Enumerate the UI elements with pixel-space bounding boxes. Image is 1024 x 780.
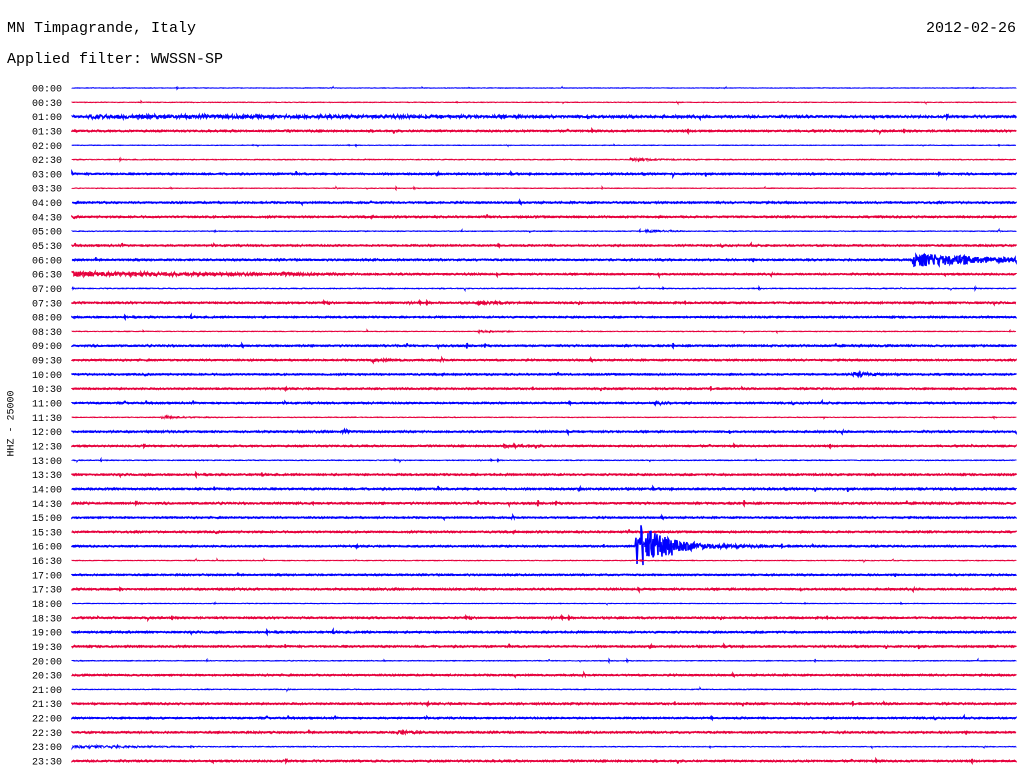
row-time-label: 04:30: [32, 213, 62, 224]
trace-1700: [71, 572, 1017, 578]
trace-2230: [71, 729, 1017, 736]
trace-0930: [71, 355, 1017, 365]
row-time-label: 12:00: [32, 428, 62, 439]
row-time-label: 21:00: [32, 686, 62, 697]
row-time-label: 22:00: [32, 715, 62, 726]
row-time-label: 17:00: [32, 571, 62, 582]
row-time-label: 13:30: [32, 471, 62, 482]
trace-1530: [71, 529, 1017, 535]
trace-2200: [71, 713, 1017, 722]
row-time-label: 20:00: [32, 657, 62, 668]
trace-0200: [71, 143, 1017, 148]
row-time-label: 17:30: [32, 586, 62, 597]
row-time-label: 10:00: [32, 371, 62, 382]
trace-1400: [71, 484, 1017, 493]
trace-1900: [71, 627, 1017, 637]
row-time-label: 15:30: [32, 528, 62, 539]
trace-2100: [71, 685, 1017, 693]
row-time-label: 01:30: [32, 127, 62, 138]
row-time-label: 06:00: [32, 256, 62, 267]
trace-2000: [71, 657, 1017, 665]
trace-0130: [71, 126, 1017, 136]
row-time-label: 23:00: [32, 743, 62, 754]
trace-2030: [71, 670, 1017, 679]
row-time-label: 18:30: [32, 614, 62, 625]
row-time-label: 09:30: [32, 357, 62, 368]
row-time-label: 05:00: [32, 228, 62, 239]
row-time-label: 16:00: [32, 543, 62, 554]
row-time-label: 14:00: [32, 485, 62, 496]
row-time-label: 11:00: [32, 400, 62, 411]
trace-0600: [71, 252, 1017, 268]
row-time-label: 22:30: [32, 729, 62, 740]
row-time-label: 10:30: [32, 385, 62, 396]
row-time-label: 08:30: [32, 328, 62, 339]
row-time-label: 08:00: [32, 314, 62, 325]
row-time-label: 13:00: [32, 457, 62, 468]
row-time-label: 12:30: [32, 442, 62, 453]
row-time-label: 04:00: [32, 199, 62, 210]
trace-0700: [71, 284, 1017, 293]
row-time-label: 06:30: [32, 271, 62, 282]
trace-1800: [72, 601, 1017, 606]
row-time-label: 02:30: [32, 156, 62, 167]
trace-1630: [71, 557, 1017, 564]
row-time-label: 09:00: [32, 342, 62, 353]
trace-1200: [71, 427, 1017, 437]
trace-2330: [71, 756, 1017, 766]
helicorder-plot: 00:00 00:30 01:00 01:30 02:00 02:30 03:00 03:30…: [32, 85, 1017, 769]
row-time-label: 07:00: [32, 285, 62, 296]
trace-0030: [71, 99, 1017, 106]
trace-0730: [71, 298, 1017, 307]
trace-0100: [71, 112, 1017, 122]
trace-1030: [71, 385, 1017, 393]
row-time-label: 05:30: [32, 242, 62, 253]
row-time-label: 11:30: [32, 414, 62, 425]
row-time-label: 15:00: [32, 514, 62, 525]
trace-1430: [71, 500, 1017, 508]
trace-0500: [71, 227, 1017, 234]
trace-2300: [71, 743, 1017, 751]
trace-0430: [71, 214, 1017, 220]
trace-1300: [71, 456, 1017, 464]
trace-1330: [71, 470, 1017, 479]
row-time-label: 23:30: [32, 758, 62, 769]
trace-1100: [71, 398, 1017, 407]
row-time-label: 02:00: [32, 142, 62, 153]
row-time-label: 14:30: [32, 500, 62, 511]
trace-1500: [71, 512, 1017, 522]
row-time-label: 19:00: [32, 629, 62, 640]
row-time-label: 03:00: [32, 170, 62, 181]
trace-0300: [71, 168, 1017, 180]
trace-0400: [71, 198, 1017, 207]
trace-1730: [71, 585, 1017, 594]
trace-0830: [71, 328, 1017, 335]
trace-0800: [71, 312, 1017, 321]
trace-0230: [71, 156, 1017, 163]
row-time-label: 16:30: [32, 557, 62, 568]
trace-2130: [71, 700, 1017, 708]
row-time-label: 21:30: [32, 700, 62, 711]
row-time-label: 19:30: [32, 643, 62, 654]
row-time-label: 01:00: [32, 113, 62, 124]
trace-0000: [71, 85, 1017, 91]
row-time-label: 03:30: [32, 185, 62, 196]
trace-1000: [71, 369, 1017, 379]
trace-1830: [71, 613, 1017, 623]
trace-0530: [71, 241, 1017, 249]
row-time-label: 07:30: [32, 299, 62, 310]
trace-1130: [71, 414, 1017, 421]
trace-0630: [71, 269, 1017, 279]
trace-1930: [71, 642, 1017, 650]
trace-0900: [71, 341, 1017, 350]
row-time-label: 00:00: [32, 85, 62, 96]
trace-1230: [71, 442, 1017, 450]
row-time-label: 18:00: [32, 600, 62, 611]
trace-0330: [71, 185, 1017, 192]
row-time-label: 20:30: [32, 672, 62, 683]
row-time-label: 00:30: [32, 99, 62, 110]
